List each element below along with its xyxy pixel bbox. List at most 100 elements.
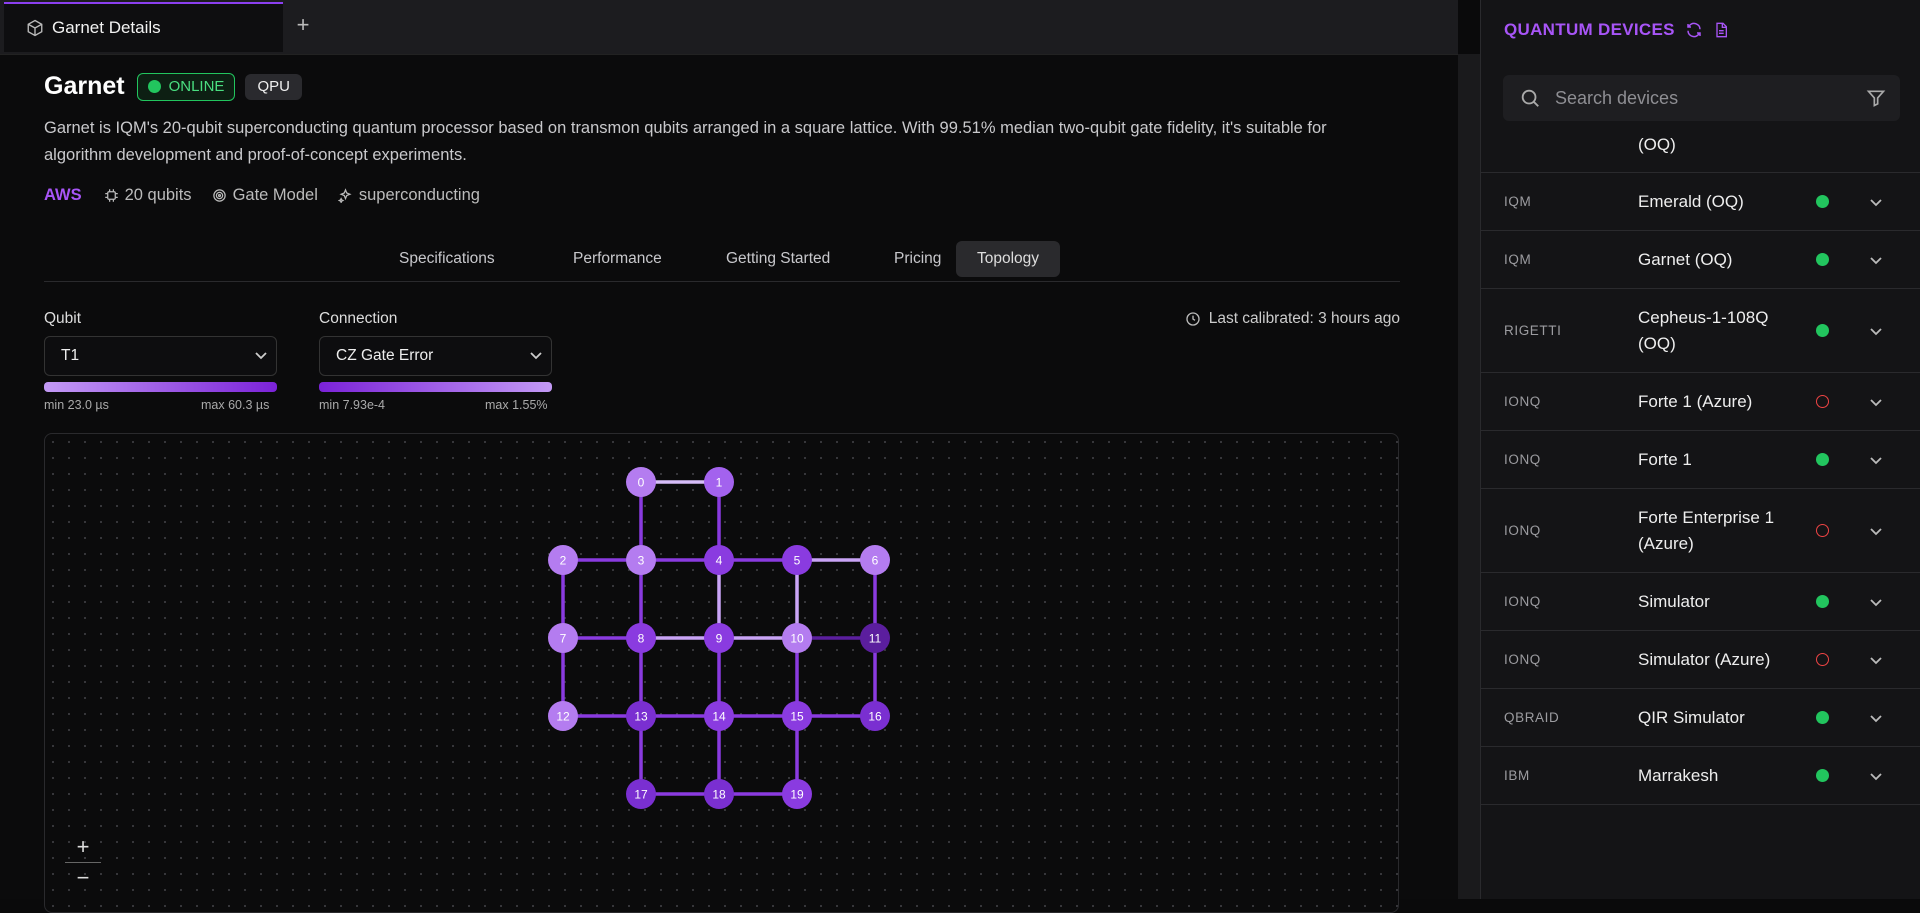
- device-name: Cepheus-1-108Q (OQ): [1638, 308, 1769, 353]
- tab-topology[interactable]: Topology: [956, 241, 1061, 277]
- chevron-down-icon[interactable]: [1867, 522, 1885, 545]
- zoom-in-button[interactable]: +: [65, 832, 101, 863]
- qubit-node[interactable]: 2: [548, 545, 578, 575]
- device-name: Forte 1 (Azure): [1638, 392, 1753, 411]
- device-name: Marrakesh: [1638, 766, 1719, 785]
- chip-icon: [104, 189, 118, 202]
- device-description: Garnet is IQM's 20-qubit superconducting…: [44, 119, 1327, 164]
- zoom-out-button[interactable]: −: [65, 863, 101, 893]
- qubit-label: 4: [716, 554, 723, 568]
- qubit-node[interactable]: 11: [860, 623, 890, 653]
- device-meta: AWS 20 qubits Gate Model superconducting: [44, 186, 500, 205]
- connection-select[interactable]: CZ Gate Error: [319, 336, 552, 376]
- qubit-node[interactable]: 19: [782, 779, 812, 809]
- online-status-icon: [1816, 453, 1829, 466]
- tech-meta: superconducting: [337, 186, 480, 205]
- device-row[interactable]: IONQ Simulator: [1481, 573, 1920, 631]
- qubit-scale-max: max 60.3 µs: [201, 398, 270, 412]
- chevron-down-icon[interactable]: [1867, 709, 1885, 732]
- qubit-node[interactable]: 16: [860, 701, 890, 731]
- qubit-node[interactable]: 3: [626, 545, 656, 575]
- qubit-select[interactable]: T1: [44, 336, 277, 376]
- online-dot-icon: [147, 80, 161, 93]
- tab-garnet-details[interactable]: Garnet Details: [4, 2, 283, 52]
- qubit-node[interactable]: 4: [704, 545, 734, 575]
- main-scrollbar[interactable]: [1458, 54, 1480, 899]
- device-name: Forte Enterprise 1 (Azure): [1638, 508, 1775, 553]
- device-name: QIR Simulator: [1638, 708, 1745, 727]
- device-row[interactable]: IQM Emerald (OQ): [1481, 173, 1920, 231]
- tab-performance[interactable]: Performance: [552, 241, 683, 277]
- device-row[interactable]: IONQ Forte 1: [1481, 431, 1920, 489]
- panel-title: QUANTUM DEVICES: [1504, 20, 1675, 39]
- qubit-node[interactable]: 12: [548, 701, 578, 731]
- qubit-label: 2: [560, 554, 567, 568]
- chevron-down-icon[interactable]: [1867, 322, 1885, 345]
- new-tab-button[interactable]: +: [292, 14, 314, 36]
- device-name: (OQ): [1638, 135, 1676, 154]
- qubit-node[interactable]: 6: [860, 545, 890, 575]
- provider-label: AWS: [44, 186, 82, 204]
- topology-canvas[interactable]: 0 1 2 3 4 5 6 7 8 9 10 11 12 13 14 15 16 17 18 19 + −: [44, 433, 1399, 913]
- device-provider: RIGETTI: [1504, 323, 1562, 338]
- device-row[interactable]: IBM Marrakesh: [1481, 747, 1920, 805]
- online-status-icon: [1816, 253, 1829, 266]
- chevron-down-icon[interactable]: [1867, 251, 1885, 274]
- qubit-node[interactable]: 9: [704, 623, 734, 653]
- qubit-label: 8: [638, 632, 645, 646]
- qubit-label: 7: [560, 632, 567, 646]
- qubit-label: 0: [638, 476, 645, 490]
- device-row[interactable]: IQM Garnet (OQ): [1481, 231, 1920, 289]
- device-name: Emerald (OQ): [1638, 192, 1744, 211]
- device-name: Forte 1: [1638, 450, 1692, 469]
- tab-pricing[interactable]: Pricing: [873, 241, 962, 277]
- qubit-node[interactable]: 8: [626, 623, 656, 653]
- type-badge: QPU: [245, 73, 302, 100]
- tab-getting-started[interactable]: Getting Started: [705, 241, 851, 277]
- qubit-node[interactable]: 18: [704, 779, 734, 809]
- last-calibrated-text: Last calibrated: 3 hours ago: [1208, 310, 1400, 327]
- qubit-label: 9: [716, 632, 723, 646]
- device-row[interactable]: RIGETTI Cepheus-1-108Q (OQ): [1481, 289, 1920, 373]
- qubit-label: 3: [638, 554, 645, 568]
- device-name: Simulator: [1638, 592, 1710, 611]
- qubit-node[interactable]: 7: [548, 623, 578, 653]
- device-name: Garnet (OQ): [1638, 250, 1733, 269]
- qubit-node[interactable]: 10: [782, 623, 812, 653]
- device-row[interactable]: IONQ Forte 1 (Azure): [1481, 373, 1920, 431]
- device-row[interactable]: IONQ Simulator (Azure): [1481, 631, 1920, 689]
- qubit-node[interactable]: 15: [782, 701, 812, 731]
- search-input[interactable]: [1553, 86, 1847, 110]
- qubit-node[interactable]: 13: [626, 701, 656, 731]
- qubit-label: 6: [872, 554, 879, 568]
- device-row-partial[interactable]: (OQ): [1481, 130, 1920, 173]
- chevron-down-icon[interactable]: [1867, 767, 1885, 790]
- device-row[interactable]: IONQ Forte Enterprise 1 (Azure): [1481, 489, 1920, 573]
- device-row[interactable]: QBRAID QIR Simulator: [1481, 689, 1920, 747]
- chevron-down-icon[interactable]: [1867, 193, 1885, 216]
- qubit-label: 19: [790, 788, 804, 802]
- device-provider: IQM: [1504, 252, 1532, 267]
- device-provider: QBRAID: [1504, 710, 1560, 725]
- qubit-scale-min: min 23.0 µs: [44, 398, 109, 412]
- connection-select-label: Connection: [319, 310, 398, 327]
- chevron-down-icon[interactable]: [1867, 451, 1885, 474]
- tab-bar: Garnet Details +: [0, 0, 1458, 55]
- refresh-icon[interactable]: [1685, 21, 1703, 39]
- qubit-node[interactable]: 17: [626, 779, 656, 809]
- tab-specifications[interactable]: Specifications: [378, 241, 516, 277]
- device-provider: IONQ: [1504, 394, 1541, 409]
- filter-icon[interactable]: [1866, 88, 1886, 108]
- qubit-node[interactable]: 1: [704, 467, 734, 497]
- qubit-node[interactable]: 0: [626, 467, 656, 497]
- chevron-down-icon[interactable]: [1867, 593, 1885, 616]
- qubit-node[interactable]: 5: [782, 545, 812, 575]
- chevron-down-icon[interactable]: [1867, 393, 1885, 416]
- qubit-label: 16: [868, 710, 882, 724]
- status-badge: ONLINE: [136, 72, 236, 101]
- status-text: ONLINE: [168, 78, 225, 95]
- qubit-node[interactable]: 14: [704, 701, 734, 731]
- document-icon[interactable]: [1713, 21, 1729, 39]
- device-provider: IONQ: [1504, 652, 1541, 667]
- chevron-down-icon[interactable]: [1867, 651, 1885, 674]
